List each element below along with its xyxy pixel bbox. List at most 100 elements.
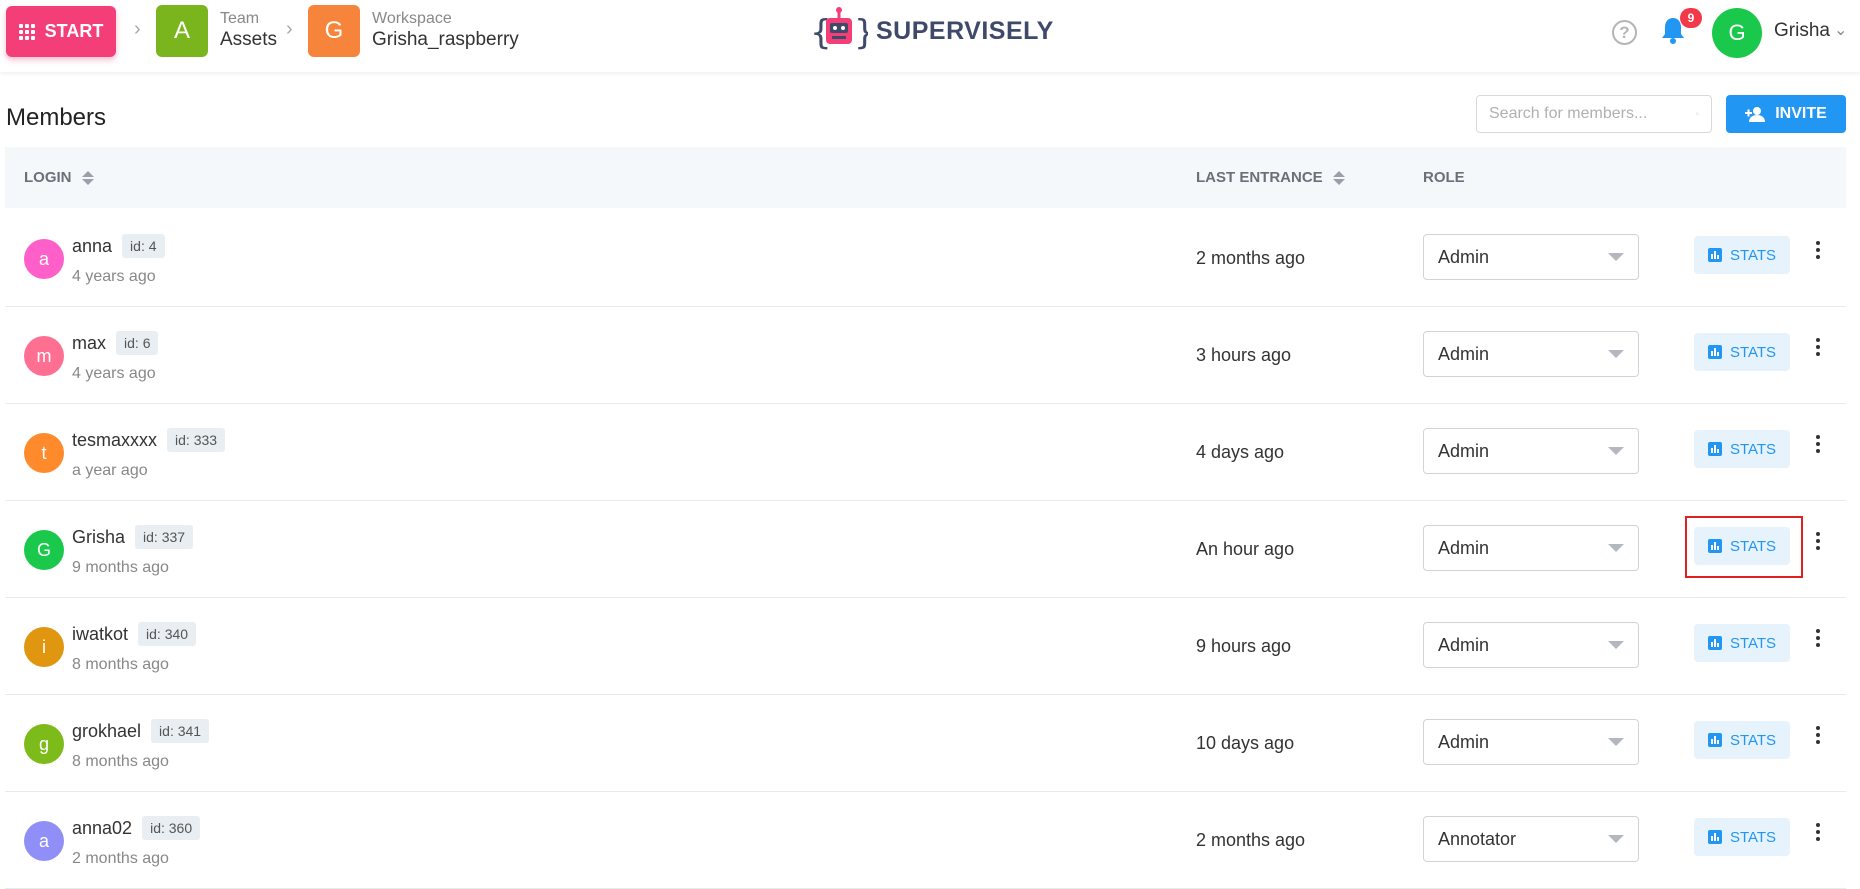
supervisely-logo[interactable]: { } SUPERVISELY [810, 6, 1054, 56]
bar-chart-icon [1707, 345, 1722, 359]
bar-chart-icon [1707, 636, 1722, 650]
member-avatar: t [24, 433, 64, 473]
member-last-entrance: 2 months ago [1196, 830, 1306, 850]
bar-chart-icon [1707, 830, 1722, 844]
table-row: t tesmaxxxx id: 333 a year ago 4 days ag… [5, 404, 1846, 501]
more-options-icon[interactable] [1816, 823, 1820, 841]
more-options-icon[interactable] [1816, 435, 1820, 453]
member-last-entrance: 9 hours ago [1196, 636, 1292, 656]
member-joined: 4 years ago [72, 268, 156, 285]
more-options-icon[interactable] [1816, 241, 1820, 259]
sort-icon[interactable] [1332, 170, 1345, 185]
breadcrumb-workspace[interactable]: G Workspace Grisha_raspberry [308, 5, 519, 57]
svg-text:}: } [854, 13, 868, 53]
start-button[interactable]: START [6, 6, 116, 57]
stats-button[interactable]: STATS [1694, 721, 1790, 759]
table-row: g grokhael id: 341 8 months ago 10 days … [5, 695, 1846, 792]
user-name[interactable]: Grisha [1774, 20, 1830, 42]
more-options-icon[interactable] [1816, 338, 1820, 356]
member-id-tag: id: 340 [138, 622, 197, 646]
chevron-right-icon: › [286, 18, 293, 40]
member-id-tag: id: 4 [122, 234, 165, 258]
role-value: Admin [1438, 343, 1490, 364]
stats-label: STATS [1729, 343, 1777, 361]
member-name[interactable]: max [72, 333, 106, 354]
member-id-tag: id: 333 [167, 428, 226, 452]
stats-button[interactable]: STATS [1694, 624, 1790, 662]
table-row: a anna02 id: 360 2 months ago 2 months a… [5, 792, 1846, 889]
caret-down-icon [1608, 835, 1624, 843]
caret-down-icon [1608, 544, 1624, 552]
top-bar: START › A Team Assets › G Workspace Gris… [0, 0, 1860, 72]
role-select[interactable]: Admin [1423, 719, 1639, 765]
user-avatar[interactable]: G [1712, 8, 1762, 58]
member-avatar: G [24, 530, 64, 570]
bar-chart-icon [1707, 733, 1722, 747]
role-value: Admin [1438, 440, 1490, 461]
search-input[interactable] [1489, 105, 1696, 123]
notification-count-badge: 9 [1680, 8, 1702, 28]
caret-down-icon [1608, 447, 1624, 455]
stats-button[interactable]: STATS [1694, 236, 1790, 274]
member-login: grokhael id: 341 [72, 719, 210, 743]
invite-button[interactable]: INVITE [1726, 95, 1846, 133]
member-name[interactable]: tesmaxxxx [72, 430, 157, 451]
role-value: Admin [1438, 634, 1490, 655]
member-name[interactable]: iwatkot [72, 624, 128, 645]
more-options-icon[interactable] [1816, 629, 1820, 647]
help-icon[interactable]: ? [1612, 20, 1637, 45]
role-select[interactable]: Admin [1423, 525, 1639, 571]
column-role-label: ROLE [1423, 169, 1465, 186]
role-value: Annotator [1438, 828, 1517, 849]
stats-button[interactable]: STATS [1694, 430, 1790, 468]
chevron-down-icon[interactable]: ⌄ [1834, 20, 1847, 40]
workspace-badge: G [308, 5, 360, 57]
member-avatar: g [24, 724, 64, 764]
member-avatar: m [24, 336, 64, 376]
member-joined: 2 months ago [72, 850, 169, 867]
caret-down-icon [1608, 738, 1624, 746]
column-last-entrance-label: LAST ENTRANCE [1196, 169, 1323, 186]
role-select[interactable]: Admin [1423, 331, 1639, 377]
member-login: iwatkot id: 340 [72, 622, 197, 646]
team-caption: Team [220, 10, 260, 27]
stats-button[interactable]: STATS [1694, 818, 1790, 856]
column-login[interactable]: LOGIN [24, 169, 94, 186]
member-name[interactable]: anna [72, 236, 112, 257]
member-avatar: i [24, 627, 64, 667]
column-login-label: LOGIN [24, 169, 72, 186]
more-options-icon[interactable] [1816, 726, 1820, 744]
member-id-tag: id: 341 [151, 719, 210, 743]
stats-label: STATS [1729, 440, 1777, 458]
member-name[interactable]: anna02 [72, 818, 132, 839]
sort-icon[interactable] [81, 170, 94, 185]
stats-label: STATS [1729, 828, 1777, 846]
bar-chart-icon [1707, 442, 1722, 456]
member-login: Grisha id: 337 [72, 525, 194, 549]
add-user-icon [1745, 107, 1766, 122]
role-select[interactable]: Annotator [1423, 816, 1639, 862]
member-id-tag: id: 360 [142, 816, 201, 840]
workspace-caption: Workspace [372, 10, 452, 27]
member-last-entrance: 2 months ago [1196, 248, 1306, 268]
role-select[interactable]: Admin [1423, 428, 1639, 474]
member-joined: 8 months ago [72, 656, 169, 673]
highlight-box [1685, 516, 1803, 578]
team-name: Assets [220, 29, 278, 50]
search-field[interactable] [1476, 95, 1712, 133]
stats-button[interactable]: STATS [1694, 333, 1790, 371]
column-last-entrance[interactable]: LAST ENTRANCE [1196, 169, 1345, 186]
role-select[interactable]: Admin [1423, 234, 1639, 280]
member-joined: a year ago [72, 462, 148, 479]
role-select[interactable]: Admin [1423, 622, 1639, 668]
table-header: LOGIN LAST ENTRANCE ROLE [5, 147, 1846, 208]
member-id-tag: id: 6 [116, 331, 159, 355]
member-name[interactable]: grokhael [72, 721, 141, 742]
member-id-tag: id: 337 [135, 525, 194, 549]
more-options-icon[interactable] [1816, 532, 1820, 550]
member-joined: 4 years ago [72, 365, 156, 382]
member-name[interactable]: Grisha [72, 527, 125, 548]
table-row: m max id: 6 4 years ago 3 hours ago Admi… [5, 307, 1846, 404]
caret-down-icon [1608, 641, 1624, 649]
breadcrumb-team[interactable]: A Team Assets [156, 5, 277, 57]
